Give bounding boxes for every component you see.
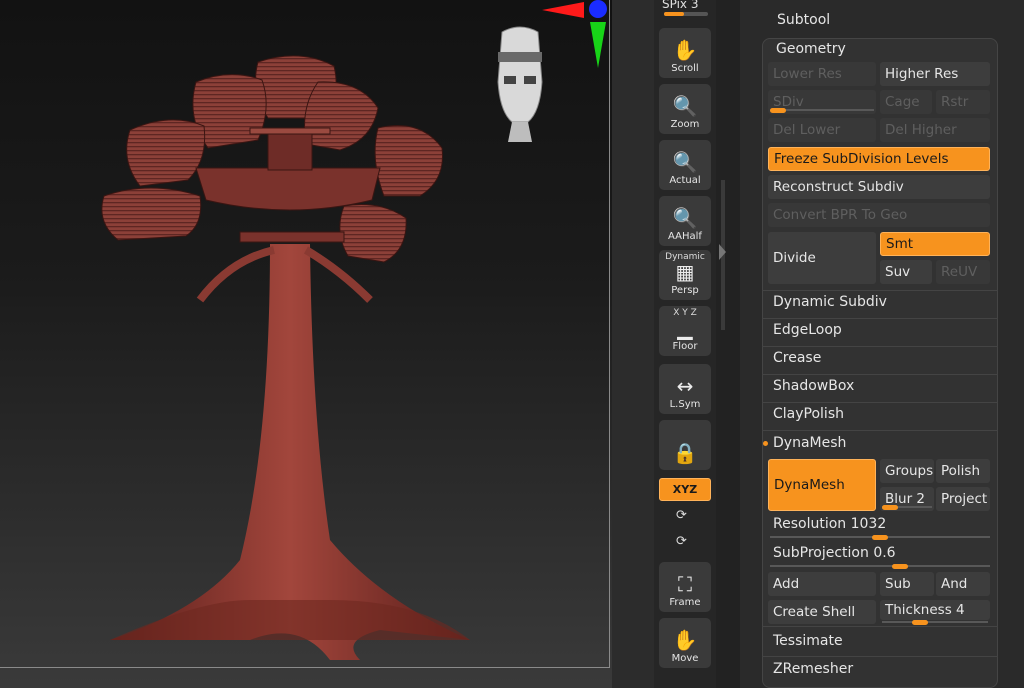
thickness-track[interactable]: [882, 621, 988, 623]
freeze-subdivision-button[interactable]: Freeze SubDivision Levels: [768, 147, 990, 171]
hand-scroll-icon: ✋: [672, 38, 698, 62]
divide-button[interactable]: Divide: [768, 232, 876, 284]
section-claypolish[interactable]: ClayPolish: [773, 406, 844, 422]
sdiv-knob[interactable]: [770, 107, 786, 113]
y-rotate-icon[interactable]: ⟳: [676, 508, 687, 523]
hand-move-icon: ✋: [672, 628, 698, 652]
shelf-button-label: Actual: [669, 175, 701, 186]
row-separator: [762, 656, 998, 657]
geometry-title[interactable]: Geometry: [776, 41, 846, 57]
actual-button[interactable]: 🔍 Actual: [659, 140, 711, 190]
shelf-button-label: Frame: [669, 597, 701, 608]
magnifier-aahalf-icon: 🔍: [672, 206, 698, 230]
convert-bpr-button[interactable]: Convert BPR To Geo: [768, 203, 990, 227]
row-separator: [762, 402, 998, 403]
create-shell-button[interactable]: Create Shell: [768, 600, 876, 624]
persp-button[interactable]: Dynamic ▦ Persp: [659, 250, 711, 300]
resolution-slider[interactable]: Resolution 1032: [773, 516, 886, 532]
floor-grid-icon: ▁: [677, 316, 693, 340]
subprojection-track[interactable]: [770, 565, 990, 567]
add-button[interactable]: Add: [768, 572, 876, 596]
thickness-slider[interactable]: Thickness 4: [880, 600, 990, 620]
magnifier-zoom-icon: 🔍: [672, 94, 698, 118]
smt-button[interactable]: Smt: [880, 232, 990, 256]
project-button[interactable]: Project: [936, 487, 990, 511]
thickness-knob[interactable]: [912, 619, 928, 625]
frame-icon: ⛶: [678, 572, 692, 596]
cage-button[interactable]: Cage: [880, 90, 932, 114]
del-lower-button[interactable]: Del Lower: [768, 118, 876, 142]
shelf-button-label: Zoom: [670, 119, 700, 130]
resolution-knob[interactable]: [872, 534, 888, 540]
l-sym-button[interactable]: ↔ L.Sym: [659, 364, 711, 414]
row-separator: [762, 318, 998, 319]
groups-button[interactable]: Groups: [880, 459, 934, 483]
polish-button[interactable]: Polish: [936, 459, 990, 483]
rstr-button[interactable]: Rstr: [936, 90, 990, 114]
dynamesh-button[interactable]: DynaMesh: [768, 459, 876, 511]
spix-label: SPix 3: [662, 0, 699, 11]
blur-knob[interactable]: [882, 504, 898, 510]
section-edgeloop[interactable]: EdgeLoop: [773, 322, 842, 338]
camera-lock-icon: 🔒: [672, 441, 698, 465]
magnifier-actual-icon: 🔍: [672, 150, 698, 174]
local-symmetry-icon: ↔: [676, 374, 694, 398]
sub-button[interactable]: Sub: [880, 572, 934, 596]
shelf-button-label: L.Sym: [669, 399, 701, 410]
section-dynamesh[interactable]: DynaMesh: [773, 435, 846, 451]
reconstruct-subdiv-button[interactable]: Reconstruct Subdiv: [768, 175, 990, 199]
section-crease[interactable]: Crease: [773, 350, 821, 366]
xyz-rotate-button[interactable]: XYZ: [659, 478, 711, 501]
shelf-top-label: Dynamic: [665, 252, 705, 262]
suv-button[interactable]: Suv: [880, 260, 932, 284]
and-button[interactable]: And: [936, 572, 990, 596]
subprojection-slider[interactable]: SubProjection 0.6: [773, 545, 896, 561]
frame-button[interactable]: ⛶ Frame: [659, 562, 711, 612]
row-separator: [762, 626, 998, 627]
higher-res-button[interactable]: Higher Res: [880, 62, 990, 86]
subtool-title[interactable]: Subtool: [777, 12, 830, 28]
row-separator: [762, 430, 998, 431]
del-higher-button[interactable]: Del Higher: [880, 118, 990, 142]
aahalf-button[interactable]: 🔍 AAHalf: [659, 196, 711, 246]
spix-slider[interactable]: [664, 12, 708, 16]
subtool-panel: Subtool Geometry Lower Res Higher Res SDiv…: [740, 0, 1024, 688]
lower-res-button[interactable]: Lower Res: [768, 62, 876, 86]
dynamesh-active-dot: [763, 441, 768, 446]
right-shelf: SPix 3 ✋ Scroll 🔍 Zoom 🔍 Actual 🔍 AAHalf Dynamic…: [654, 0, 716, 688]
shelf-button-label: Move: [671, 653, 699, 664]
viewport-frame: [0, 0, 610, 668]
gap-strip: [612, 0, 654, 688]
shelf-button-label: Persp: [671, 285, 699, 296]
shelf-button-label: Floor: [672, 341, 698, 352]
panel-scroll-handle[interactable]: [718, 180, 728, 330]
subprojection-knob[interactable]: [892, 563, 908, 569]
section-shadowbox[interactable]: ShadowBox: [773, 378, 854, 394]
camera-lock-button[interactable]: 🔒: [659, 420, 711, 470]
scroll-button[interactable]: ✋ Scroll: [659, 28, 711, 78]
shelf-top-label: X Y Z: [673, 308, 697, 318]
shelf-button-label: Scroll: [671, 63, 699, 74]
row-separator: [762, 374, 998, 375]
section-tessimate[interactable]: Tessimate: [773, 633, 843, 649]
section-dynamic-subdiv[interactable]: Dynamic Subdiv: [773, 294, 887, 310]
section-zremesher[interactable]: ZRemesher: [773, 661, 853, 677]
canvas-viewport[interactable]: [0, 0, 612, 688]
floor-button[interactable]: X Y Z ▁ Floor: [659, 306, 711, 356]
shelf-button-label: AAHalf: [668, 231, 702, 242]
row-separator: [762, 290, 998, 291]
move-button[interactable]: ✋ Move: [659, 618, 711, 668]
row-separator: [762, 346, 998, 347]
z-rotate-icon[interactable]: ⟳: [676, 534, 687, 549]
zoom-button[interactable]: 🔍 Zoom: [659, 84, 711, 134]
reuv-button[interactable]: ReUV: [936, 260, 990, 284]
perspective-grid-icon: ▦: [675, 260, 695, 284]
